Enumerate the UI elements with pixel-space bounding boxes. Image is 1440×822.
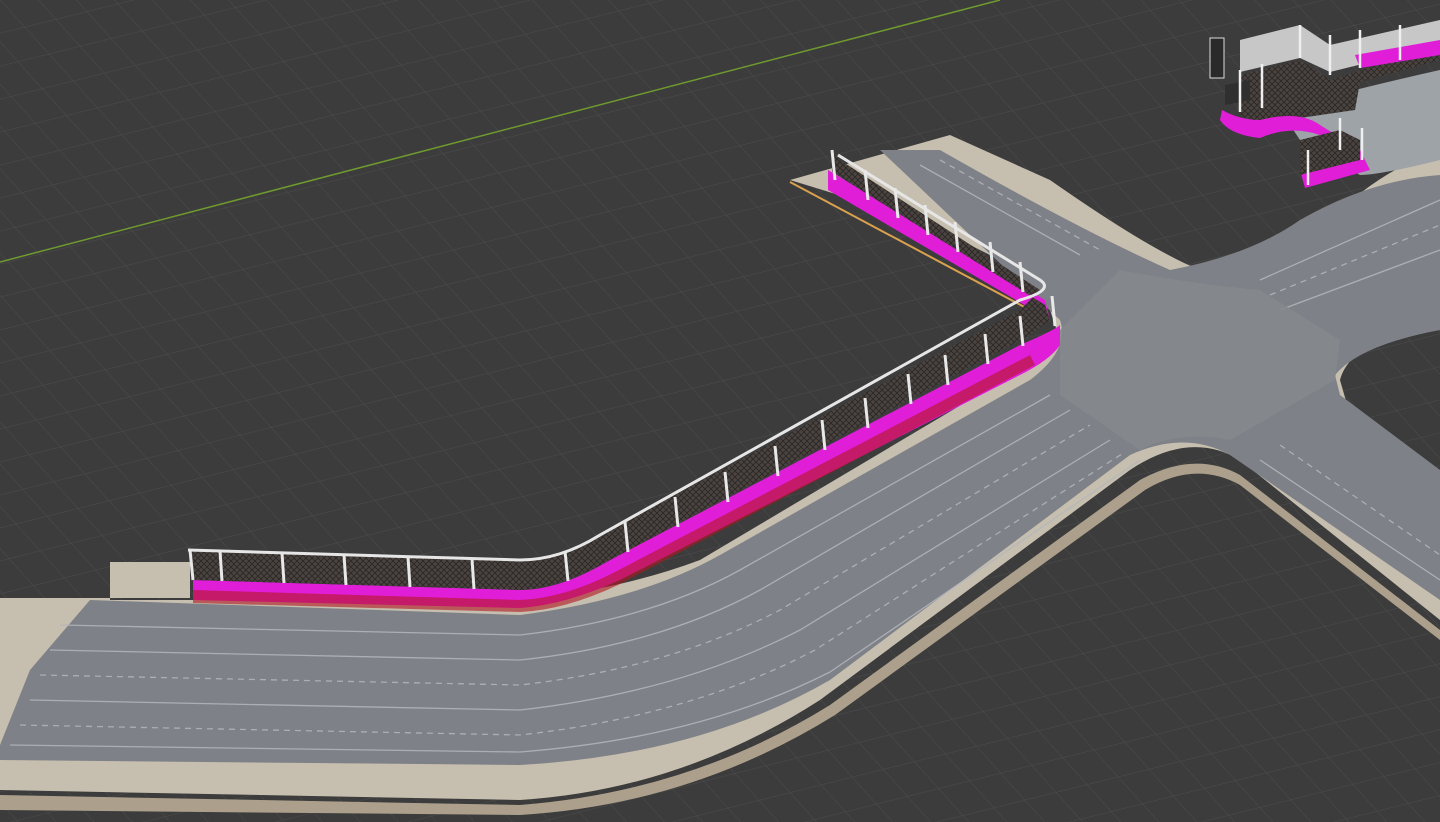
scene-canvas[interactable] [0, 0, 1440, 822]
3d-viewport[interactable] [0, 0, 1440, 822]
